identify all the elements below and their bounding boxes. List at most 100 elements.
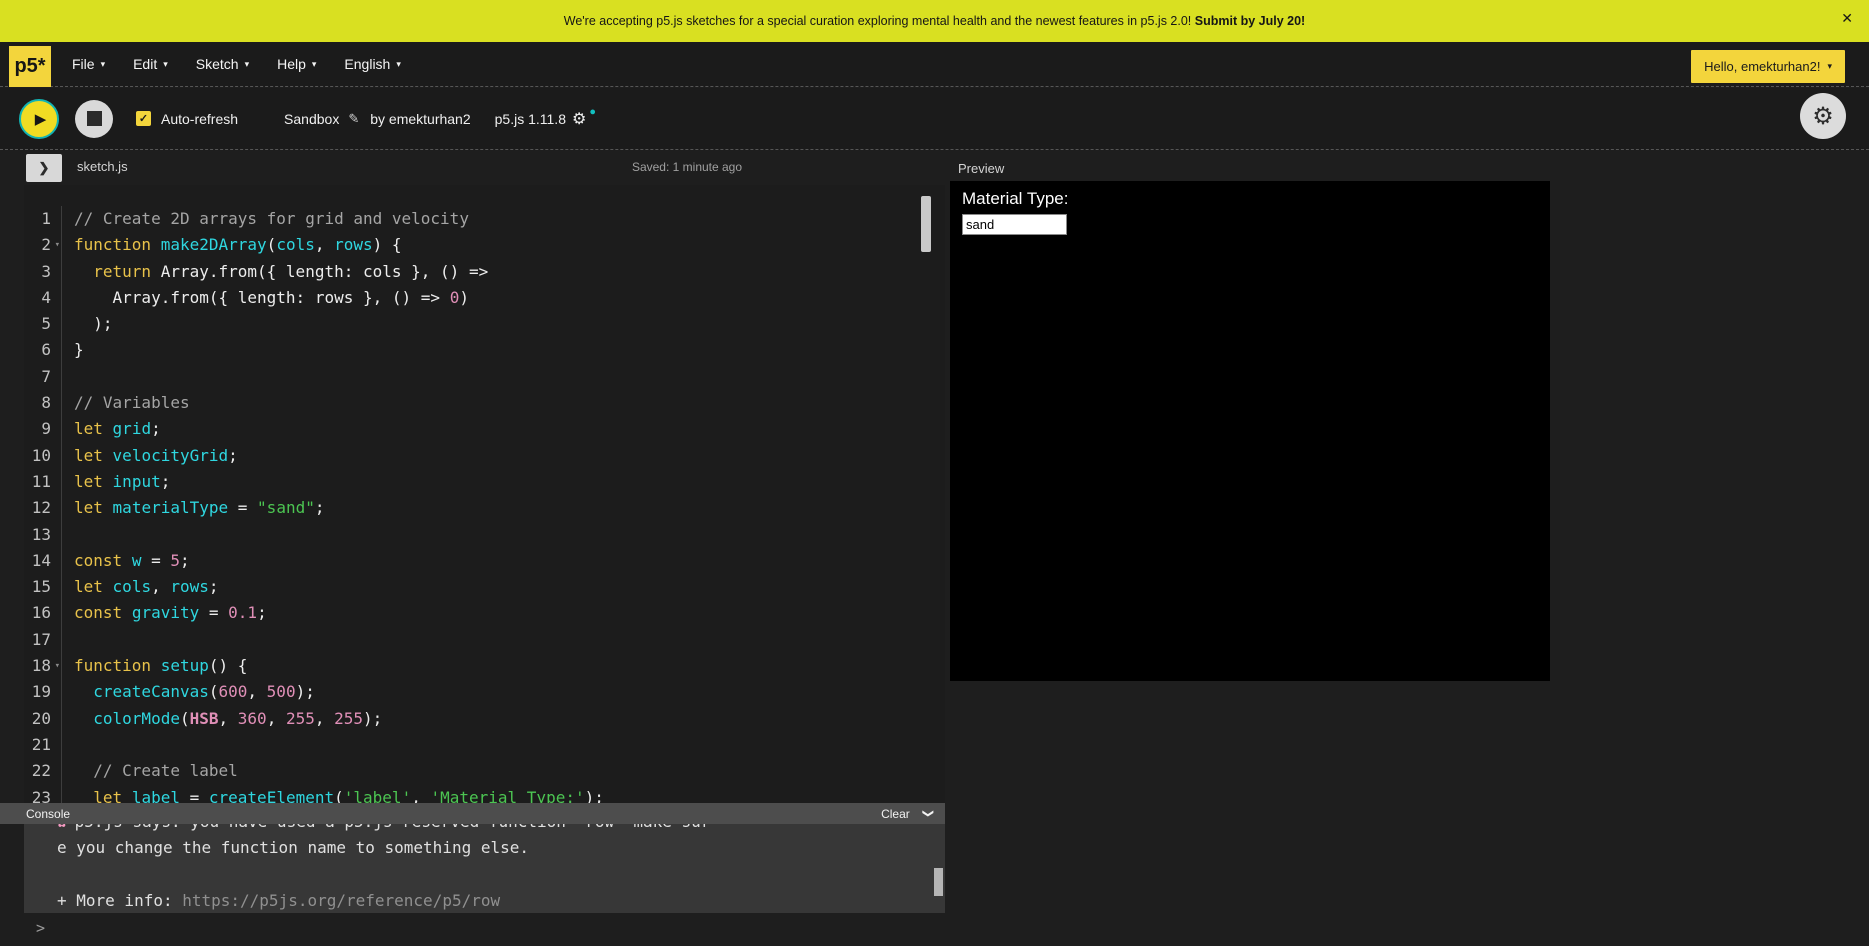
console-prompt[interactable]: >	[24, 913, 945, 946]
code-line[interactable]: 14const w = 5;	[24, 548, 945, 574]
caret-down-icon: ▾	[245, 59, 250, 70]
code-text	[62, 364, 74, 390]
console-output[interactable]: ✿p5.js says: you have used a p5.js reser…	[24, 824, 945, 913]
chevron-down-icon[interactable]: ❯	[922, 809, 935, 818]
code-line[interactable]: 9let grid;	[24, 416, 945, 442]
preferences-button[interactable]: ⚙	[1800, 93, 1846, 139]
menu-edit[interactable]: Edit▾	[119, 42, 182, 86]
code-line[interactable]: 4 Array.from({ length: rows }, () => 0)	[24, 285, 945, 311]
caret-down-icon: ▾	[101, 59, 106, 70]
code-line[interactable]: 3 return Array.from({ length: cols }, ()…	[24, 259, 945, 285]
menu-label: Sketch	[196, 56, 239, 72]
console-scrollbar[interactable]	[934, 868, 943, 896]
close-icon[interactable]: ✕	[1841, 11, 1853, 25]
code-line[interactable]: 21	[24, 732, 945, 758]
code-line[interactable]: 6}	[24, 337, 945, 363]
announcement-banner: We're accepting p5.js sketches for a spe…	[0, 0, 1869, 42]
code-text: let grid;	[62, 416, 161, 442]
autorefresh-checkbox[interactable]: ✓	[136, 111, 151, 126]
sidebar-expander-button[interactable]: ❯	[26, 154, 62, 182]
code-text: // Create 2D arrays for grid and velocit…	[62, 206, 469, 232]
code-line[interactable]: 18▾function setup() {	[24, 653, 945, 679]
code-line[interactable]: 23 let label = createElement('label', 'M…	[24, 785, 945, 803]
code-text: // Create label	[62, 758, 238, 784]
flower-icon: ✿	[57, 824, 67, 831]
code-text	[62, 627, 74, 653]
code-line[interactable]: 12let materialType = "sand";	[24, 495, 945, 521]
version-gear-icon[interactable]: ⚙	[572, 109, 586, 129]
code-line[interactable]: 16const gravity = 0.1;	[24, 600, 945, 626]
material-type-input[interactable]	[962, 214, 1067, 235]
code-editor[interactable]: 1// Create 2D arrays for grid and veloci…	[24, 185, 945, 803]
menu-english[interactable]: English▾	[330, 42, 414, 86]
code-line[interactable]: 17	[24, 627, 945, 653]
code-line[interactable]: 10let velocityGrid;	[24, 443, 945, 469]
console-header: Console Clear ❯	[0, 803, 945, 824]
stop-button[interactable]	[75, 100, 113, 138]
code-line[interactable]: 22 // Create label	[24, 758, 945, 784]
line-number: 16	[24, 600, 62, 626]
code-line[interactable]: 7	[24, 364, 945, 390]
menubar: p5* File ▾ Edit▾ Sketch ▾ Help ▾ English▾ Hello…	[0, 42, 1869, 87]
line-number: 7	[24, 364, 62, 390]
code-line[interactable]: 19 createCanvas(600, 500);	[24, 679, 945, 705]
menu-sketch[interactable]: Sketch ▾	[182, 42, 263, 86]
console-line: + More info: https://p5js.org/reference/…	[57, 888, 921, 913]
toolbar: ▶ ✓ Auto-refresh Sandbox ✎ by emekturhan…	[0, 88, 1869, 150]
console-line: ✿p5.js says: you have used a p5.js reser…	[57, 824, 921, 835]
code-line[interactable]: 13	[24, 522, 945, 548]
line-number: 11	[24, 469, 62, 495]
caret-down-icon: ▾	[312, 59, 317, 70]
console-clear-button[interactable]: Clear	[881, 807, 910, 821]
tab-sketch-js[interactable]: sketch.js	[77, 159, 128, 174]
console-link[interactable]: https://p5js.org/reference/p5/row	[182, 891, 500, 910]
code-text: let label = createElement('label', 'Mate…	[62, 785, 604, 803]
line-number: 8	[24, 390, 62, 416]
fold-arrow-icon[interactable]: ▾	[55, 653, 60, 679]
menu-label: Help	[277, 56, 306, 72]
code-line[interactable]: 1// Create 2D arrays for grid and veloci…	[24, 206, 945, 232]
p5-logo[interactable]: p5*	[9, 46, 51, 87]
code-line[interactable]: 20 colorMode(HSB, 360, 255, 255);	[24, 706, 945, 732]
banner-cta-link[interactable]: Submit by July 20!	[1195, 14, 1305, 28]
code-line[interactable]: 8// Variables	[24, 390, 945, 416]
code-text: // Variables	[62, 390, 190, 416]
project-byline: by emekturhan2	[370, 111, 470, 127]
code-line[interactable]: 2▾function make2DArray(cols, rows) {	[24, 232, 945, 258]
preview-pane: Preview Material Type:	[945, 150, 1869, 946]
editor-scrollbar[interactable]	[921, 196, 931, 252]
fold-arrow-icon[interactable]: ▾	[55, 232, 60, 258]
sketch-canvas[interactable]: Material Type:	[950, 181, 1550, 681]
edit-pencil-icon[interactable]: ✎	[348, 111, 359, 127]
line-number: 12	[24, 495, 62, 521]
main-content: ❯ sketch.js Saved: 1 minute ago 1// Crea…	[0, 150, 1869, 946]
code-line[interactable]: 5 );	[24, 311, 945, 337]
menu-label: Edit	[133, 56, 157, 72]
line-number: 3	[24, 259, 62, 285]
play-button[interactable]: ▶	[19, 99, 59, 139]
code-text: let cols, rows;	[62, 574, 219, 600]
line-number: 6	[24, 337, 62, 363]
code-line[interactable]: 15let cols, rows;	[24, 574, 945, 600]
console-line: e you change the function name to someth…	[57, 835, 921, 861]
code-text: }	[62, 337, 84, 363]
account-menu-button[interactable]: Hello, emekturhan2! ▾	[1691, 50, 1845, 83]
menu-help[interactable]: Help ▾	[263, 42, 330, 86]
gear-icon: ⚙	[1812, 102, 1834, 131]
menu-label: File	[72, 56, 95, 72]
menu-file[interactable]: File ▾	[58, 42, 119, 86]
check-icon: ✓	[139, 112, 148, 125]
menubar-menus: File ▾ Edit▾ Sketch ▾ Help ▾ English▾	[58, 42, 415, 86]
line-number: 13	[24, 522, 62, 548]
code-line[interactable]: 11let input;	[24, 469, 945, 495]
menu-label: English	[344, 56, 390, 72]
code-text: function make2DArray(cols, rows) {	[62, 232, 402, 258]
line-number: 21	[24, 732, 62, 758]
code-text: return Array.from({ length: cols }, () =…	[62, 259, 488, 285]
console-lines: ✿p5.js says: you have used a p5.js reser…	[57, 824, 921, 913]
project-name[interactable]: Sandbox	[284, 111, 339, 127]
account-label: Hello, emekturhan2!	[1704, 59, 1820, 74]
p5-version-label[interactable]: p5.js 1.11.8	[495, 111, 566, 127]
line-number: 23	[24, 785, 62, 803]
console-title: Console	[26, 807, 70, 821]
